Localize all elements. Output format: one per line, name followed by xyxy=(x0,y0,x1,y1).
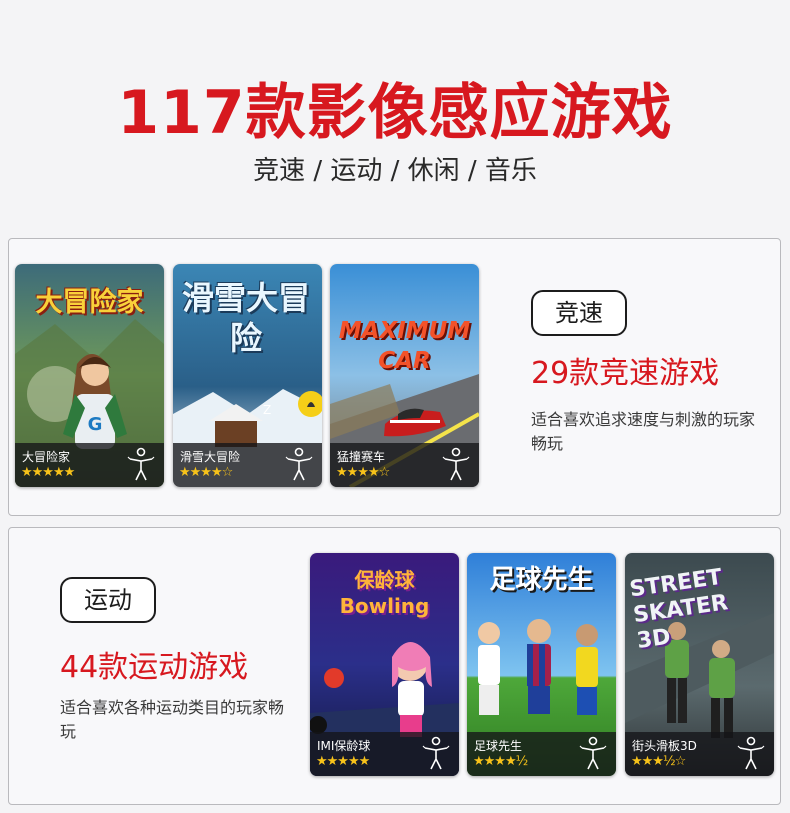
cover-title: STREET SKATER 3D xyxy=(628,564,730,654)
game-name: 大冒险家 xyxy=(22,450,71,464)
svg-text:Z: Z xyxy=(263,403,271,417)
card-footer: 大冒险家 ★★★★★ xyxy=(15,443,164,487)
game-name: IMI保龄球 xyxy=(317,739,371,753)
sports-section: 运动 44款运动游戏 适合喜欢各种运动类目的玩家畅玩 保龄球 Bowling I… xyxy=(8,527,781,805)
game-name: 足球先生 xyxy=(474,739,523,753)
category-description: 适合喜欢各种运动类目的玩家畅玩 xyxy=(60,698,285,741)
rating-stars: ★★★★★ xyxy=(21,465,75,480)
category-badge: 竞速 xyxy=(531,290,627,336)
rating-stars: ★★★★☆ xyxy=(179,465,233,480)
cover-title: MAXIMUM CAR xyxy=(338,318,471,374)
cover-title: 大冒险家 xyxy=(35,287,144,318)
page-subtitle: 竞速 / 运动 / 休闲 / 音乐 xyxy=(253,156,537,186)
card-footer: 猛撞赛车 ★★★★☆ xyxy=(330,443,479,487)
page-title: 117款影像感应游戏 xyxy=(117,78,673,148)
game-name: 街头滑板3D xyxy=(632,739,697,753)
category-badge: 运动 xyxy=(60,577,156,623)
game-name: 猛撞赛车 xyxy=(337,450,386,464)
game-card[interactable]: Z 滑雪大冒险 滑雪大冒险 ★★★★☆ xyxy=(173,264,322,487)
game-name: 滑雪大冒险 xyxy=(180,450,241,464)
card-footer: 街头滑板3D ★★★½☆ xyxy=(625,732,774,776)
card-footer: IMI保龄球 ★★★★★ xyxy=(310,732,459,776)
card-footer: 足球先生 ★★★★½ xyxy=(467,732,616,776)
category-count: 29款竞速游戏 xyxy=(531,356,720,391)
rating-stars: ★★★★☆ xyxy=(336,465,390,480)
rating-stars: ★★★★½ xyxy=(473,754,528,769)
motion-sensing-person-icon xyxy=(285,447,313,481)
cover-title: 滑雪大冒险 xyxy=(181,279,310,357)
motion-sensing-person-icon xyxy=(442,447,470,481)
motion-sensing-person-icon xyxy=(737,736,765,770)
cover-title: 足球先生 xyxy=(489,565,594,595)
racing-section: G 大冒险家 大冒险家 ★★★★★ Z 滑雪大冒险 滑雪大冒险 ★★★★☆ MA… xyxy=(8,238,781,516)
motion-sensing-person-icon xyxy=(579,736,607,770)
svg-text:G: G xyxy=(88,414,103,435)
motion-sensing-person-icon xyxy=(422,736,450,770)
motion-sensing-person-icon xyxy=(127,447,155,481)
category-count: 44款运动游戏 xyxy=(60,650,249,685)
category-description: 适合喜欢追求速度与刺激的玩家畅玩 xyxy=(531,410,756,453)
game-card[interactable]: 保龄球 Bowling IMI保龄球 ★★★★★ xyxy=(310,553,459,776)
cover-title: 保龄球 Bowling xyxy=(339,568,430,618)
card-footer: 滑雪大冒险 ★★★★☆ xyxy=(173,443,322,487)
rating-stars: ★★★½☆ xyxy=(631,754,686,769)
rating-stars: ★★★★★ xyxy=(316,754,370,769)
game-card[interactable]: STREET SKATER 3D 街头滑板3D ★★★½☆ xyxy=(625,553,774,776)
game-card[interactable]: MAXIMUM CAR 猛撞赛车 ★★★★☆ xyxy=(330,264,479,487)
game-card[interactable]: G 大冒险家 大冒险家 ★★★★★ xyxy=(15,264,164,487)
game-card[interactable]: 足球先生 足球先生 ★★★★½ xyxy=(467,553,616,776)
